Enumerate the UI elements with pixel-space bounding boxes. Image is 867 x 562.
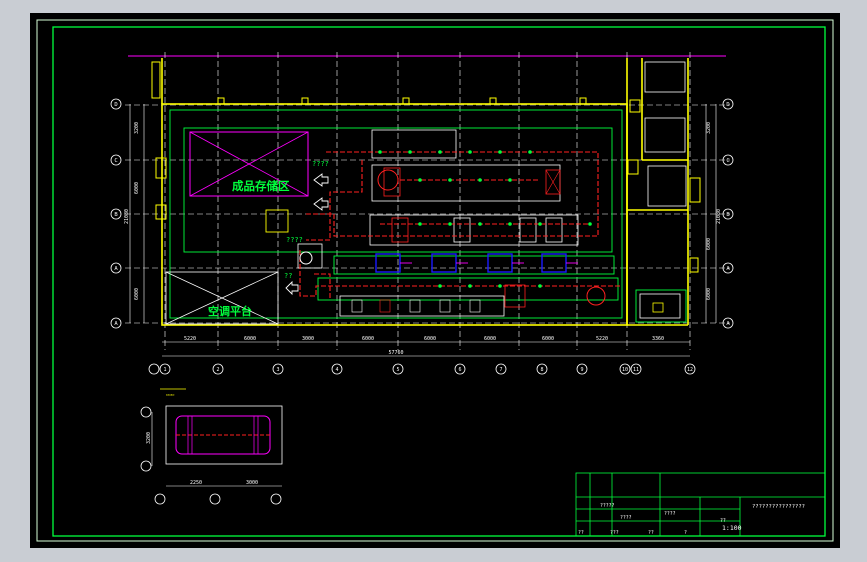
svg-text:???: ???: [610, 530, 619, 536]
svg-text:1: 1: [163, 367, 166, 373]
svg-text:10: 10: [622, 367, 628, 373]
svg-text:??: ??: [720, 518, 726, 524]
question-text-1: ????: [312, 160, 329, 168]
svg-text:6000: 6000: [424, 336, 436, 342]
svg-text:21080: 21080: [124, 209, 130, 224]
svg-text:C: C: [114, 158, 117, 164]
svg-text:▭▭▭: ▭▭▭: [166, 393, 174, 398]
svg-text:??: ??: [578, 530, 584, 536]
svg-text:6000: 6000: [484, 336, 496, 342]
svg-text:2250: 2250: [190, 480, 202, 486]
svg-text:12: 12: [687, 367, 693, 373]
svg-text:6000: 6000: [706, 238, 712, 250]
svg-text:D: D: [114, 102, 117, 108]
svg-text:9: 9: [580, 367, 583, 373]
finished-goods-label: 成品存储区: [232, 179, 290, 193]
svg-text:3000: 3000: [302, 336, 314, 342]
ac-platform-label: 空调平台: [208, 304, 252, 318]
svg-text:57760: 57760: [388, 350, 403, 356]
svg-text:7: 7: [499, 367, 502, 373]
svg-text:3: 3: [276, 367, 279, 373]
svg-text:6000: 6000: [134, 182, 140, 194]
svg-text:11: 11: [633, 367, 639, 373]
svg-text:3200: 3200: [706, 122, 712, 134]
svg-text:?????: ?????: [600, 503, 615, 509]
svg-text:C: C: [726, 158, 729, 164]
svg-text:????: ????: [620, 515, 632, 521]
question-text-3: ??: [284, 272, 292, 280]
svg-text:21080: 21080: [716, 209, 722, 224]
svg-text:6000: 6000: [244, 336, 256, 342]
svg-text:5220: 5220: [184, 336, 196, 342]
svg-text:3200: 3200: [134, 122, 140, 134]
svg-text:2: 2: [216, 367, 219, 373]
title-text: ????????????????: [752, 504, 805, 510]
drawing-canvas[interactable]: 成品存储区 空调平台 ???? ???? ?? D C B A A D C B …: [0, 0, 867, 562]
svg-text:6000: 6000: [706, 288, 712, 300]
svg-text:6000: 6000: [362, 336, 374, 342]
svg-text:??: ??: [648, 530, 654, 536]
svg-text:????: ????: [664, 511, 676, 517]
svg-text:4: 4: [335, 367, 338, 373]
svg-text:5220: 5220: [596, 336, 608, 342]
svg-text:8: 8: [540, 367, 543, 373]
cad-drawing-window: 成品存储区 空调平台 ???? ???? ?? D C B A A D C B …: [0, 0, 867, 562]
svg-text:?: ?: [684, 530, 687, 536]
svg-text:6000: 6000: [134, 288, 140, 300]
svg-text:D: D: [726, 102, 729, 108]
scale-text: 1:100: [722, 524, 742, 532]
svg-text:3000: 3000: [246, 480, 258, 486]
svg-text:3200: 3200: [146, 432, 152, 444]
svg-text:5: 5: [396, 367, 399, 373]
svg-text:6000: 6000: [542, 336, 554, 342]
svg-text:3360: 3360: [652, 336, 664, 342]
question-text-2: ????: [286, 236, 303, 244]
svg-text:6: 6: [458, 367, 461, 373]
